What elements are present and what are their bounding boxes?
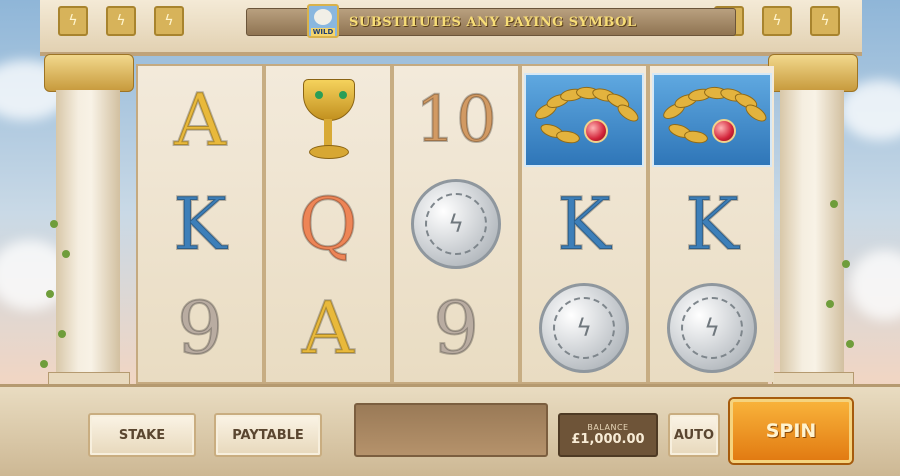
laurel-leaf [683,129,709,145]
goblet-symbol-icon [268,68,388,172]
laurel-symbol-icon [524,68,644,172]
banner-text: SUBSTITUTES ANY PAYING SYMBOL [349,14,637,30]
goblet-stem [324,119,332,147]
balance-display: BALANCE £1,000.00 [558,413,658,457]
lightning-icon: ϟ [681,297,743,359]
wild-symbol-icon: WILD [307,4,339,38]
vine-leaf-icon [46,290,54,298]
symbol-K: K [652,172,772,276]
silver-coin-icon: ϟ [411,179,501,269]
symbol-letter: A [173,78,227,162]
control-bar: STAKE PAYTABLE BALANCE £1,000.00 AUTO SP… [0,384,900,476]
symbol-letter: A [301,286,355,370]
temple-frieze: ϟ ϟ ϟ ϟ ϟ ϟ WILD SUBSTITUTES ANY PAYING … [40,0,862,56]
laurel-symbol-icon [652,68,772,172]
symbol-letter: 9 [176,286,224,370]
reel-2: QA [266,66,390,382]
column-capital [768,54,858,92]
column-shaft [780,90,844,376]
symbol-K: K [524,172,644,276]
silver-coin-icon: ϟ [667,283,757,373]
golden-goblet-icon [293,75,363,165]
lightning-ornament-icon: ϟ [762,6,792,36]
symbol-A: A [268,276,388,380]
vine-leaf-icon [830,200,838,208]
golden-laurel-icon [652,73,772,167]
symbol-letter: K [556,182,612,266]
symbol-letter: Q [297,182,358,266]
coin-symbol-icon: ϟ [652,276,772,380]
lightning-icon: ϟ [553,297,615,359]
lightning-ornament-icon: ϟ [154,6,184,36]
golden-laurel-icon [524,73,644,167]
symbol-K: K [140,172,260,276]
wild-label: WILD [310,28,336,36]
symbol-A: A [140,68,260,172]
column-capital [44,54,134,92]
goblet-cup [303,79,355,121]
lightning-icon: ϟ [425,193,487,255]
symbol-letter: K [684,182,740,266]
ruby-gem-icon [712,119,736,143]
info-banner: WILD SUBSTITUTES ANY PAYING SYMBOL [246,4,736,38]
coin-symbol-icon: ϟ [524,276,644,380]
vine-leaf-icon [62,250,70,258]
reel-3: 10 ϟ 9 [394,66,518,382]
stake-button[interactable]: STAKE [88,413,196,457]
vine-leaf-icon [846,340,854,348]
spin-button[interactable]: SPIN [730,399,852,463]
reel-4: Kϟ [522,66,646,382]
zeus-face-icon [314,9,332,25]
goblet-foot [309,145,349,159]
reel-5: Kϟ [650,66,774,382]
lightning-ornament-icon: ϟ [58,6,88,36]
vine-leaf-icon [58,330,66,338]
laurel-leaf [555,129,581,145]
vine-leaf-icon [842,260,850,268]
lightning-ornament-icon: ϟ [106,6,136,36]
coin-symbol-icon: ϟ [396,172,516,276]
lightning-ornament-icon: ϟ [810,6,840,36]
symbol-10: 10 [396,68,516,172]
symbol-9: 9 [396,276,516,380]
emerald-gem-icon [315,91,323,99]
symbol-letter: K [172,182,228,266]
symbol-9: 9 [140,276,260,380]
vine-leaf-icon [50,220,58,228]
ruby-gem-icon [584,119,608,143]
symbol-letter: 10 [414,83,497,157]
silver-coin-icon: ϟ [539,283,629,373]
reel-1: AK 9 [138,66,262,382]
win-display [354,403,548,457]
symbol-Q: Q [268,172,388,276]
auto-button[interactable]: AUTO [668,413,720,457]
emerald-gem-icon [339,91,347,99]
vine-leaf-icon [40,360,48,368]
balance-value: £1,000.00 [571,432,645,447]
paytable-button[interactable]: PAYTABLE [214,413,322,457]
cloud [850,250,900,320]
symbol-letter: 9 [432,286,480,370]
reel-grid: A K 9 Q A 10 ϟ 9 Kϟ Kϟ [136,64,774,384]
right-column [768,54,858,388]
balance-label: BALANCE [587,423,629,432]
vine-leaf-icon [826,300,834,308]
